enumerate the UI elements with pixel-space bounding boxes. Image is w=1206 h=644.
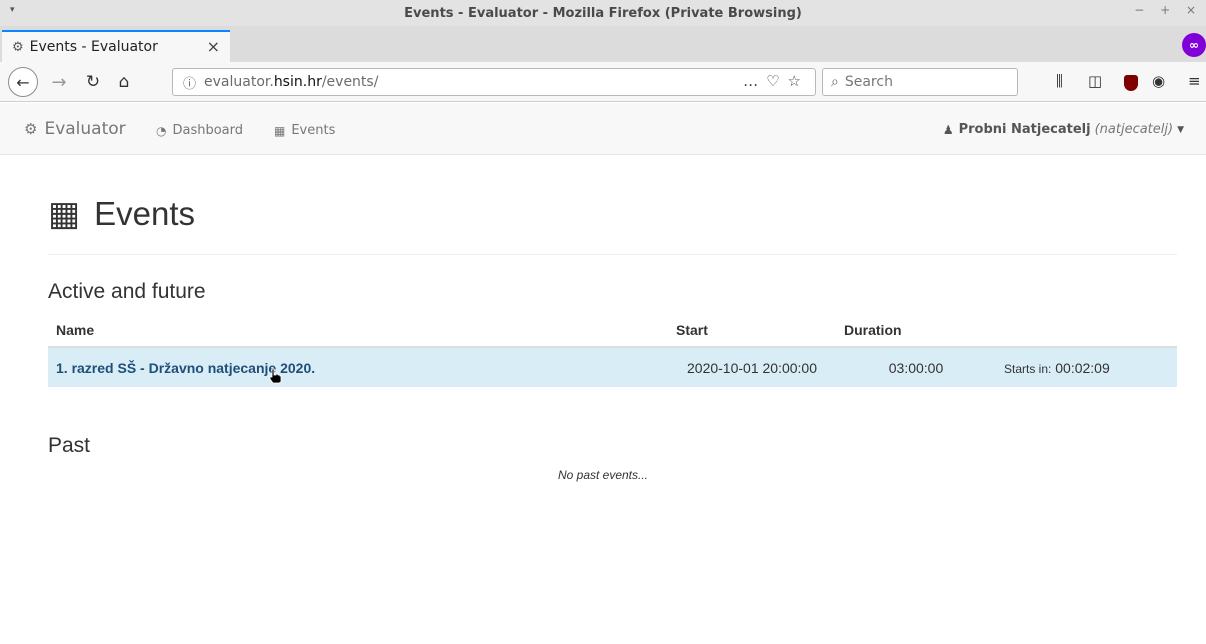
window-controls[interactable]: − + ×: [1134, 3, 1202, 17]
window-title: Events - Evaluator - Mozilla Firefox (Pr…: [404, 5, 802, 21]
user-icon: ♟: [942, 122, 954, 137]
search-icon: ⌕: [831, 74, 839, 90]
brand-label: Evaluator: [44, 119, 126, 139]
pocket-icon[interactable]: ♡: [766, 72, 787, 90]
forward-button[interactable]: →: [46, 68, 72, 96]
page-title: Events: [94, 195, 196, 232]
url-path: /events/: [321, 74, 379, 90]
private-browsing-icon: ∞: [1182, 33, 1206, 57]
nav-events[interactable]: ▦ Events: [274, 123, 335, 138]
window-menu-icon[interactable]: ▾: [10, 5, 15, 15]
column-header-name: Name: [48, 314, 668, 348]
back-button[interactable]: ←: [8, 67, 38, 97]
page-header: ▦ Events: [48, 192, 1177, 255]
user-menu[interactable]: ♟ Probni Natjecatelj (natjecatelj) ▼: [943, 122, 1184, 137]
url-host: hsin.hr: [273, 74, 322, 90]
navigation-toolbar: ← → ↻ ⌂ ⓘ evaluator. hsin.hr/events/ …♡☆ …: [0, 62, 1206, 102]
user-handle: (natjecatelj): [1094, 122, 1174, 137]
column-header-duration: Duration: [836, 314, 996, 348]
countdown-label: Starts in:: [1004, 361, 1052, 376]
countdown-value: 00:02:09: [1055, 359, 1110, 376]
table-row[interactable]: 1. razred SŠ - Državno natjecanje 2020. …: [48, 346, 1177, 387]
gears-icon: ⚙: [12, 39, 24, 55]
no-past-events: No past events...: [557, 468, 649, 482]
tachometer-icon: ◔: [156, 123, 167, 138]
brand-link[interactable]: ⚙ Evaluator: [24, 119, 126, 139]
events-table: Name Start Duration 1. razred SŠ - Držav…: [48, 314, 1177, 387]
bookmark-star-icon[interactable]: ☆: [788, 72, 809, 90]
user-name: Probni Natjecatelj: [958, 122, 1091, 137]
site-navbar: ⚙ Evaluator ◔ Dashboard ▦ Events ♟ Probn…: [0, 103, 1206, 155]
url-bar[interactable]: ⓘ evaluator. hsin.hr/events/ …♡☆: [172, 68, 816, 96]
page-actions: …♡☆: [743, 72, 809, 90]
tab-strip: ⚙ Events - Evaluator × +: [0, 26, 1206, 78]
search-placeholder: Search: [844, 74, 893, 90]
column-header-countdown: [996, 314, 1177, 348]
site-info-icon[interactable]: ⓘ: [183, 73, 196, 92]
tab-label: Events - Evaluator: [29, 39, 158, 55]
hamburger-menu-icon[interactable]: ≡: [1188, 72, 1201, 90]
event-start: 2020-10-01 20:00:00: [668, 346, 836, 387]
calendar-icon: ▦: [48, 194, 81, 234]
gears-icon: ⚙: [24, 120, 38, 138]
ublock-origin-icon[interactable]: [1124, 75, 1138, 91]
event-duration: 03:00:00: [836, 346, 996, 387]
library-icon[interactable]: ⫼: [1056, 72, 1063, 90]
hand-cursor-icon: [269, 368, 282, 384]
sidebar-icon[interactable]: ◫: [1088, 72, 1102, 90]
event-name-cell: 1. razred SŠ - Državno natjecanje 2020.: [48, 346, 668, 387]
nav-dashboard-label: Dashboard: [172, 123, 244, 138]
table-header-row: Name Start Duration: [48, 314, 1177, 348]
section-active-title: Active and future: [48, 280, 206, 303]
extension-icon[interactable]: ◉: [1152, 72, 1165, 90]
window-titlebar: ▾ Events - Evaluator - Mozilla Firefox (…: [0, 0, 1206, 26]
nav-dashboard[interactable]: ◔ Dashboard: [156, 123, 243, 138]
reload-button[interactable]: ↻: [80, 68, 106, 96]
column-header-start: Start: [668, 314, 836, 348]
nav-events-label: Events: [291, 123, 336, 138]
url-prefix: evaluator.: [204, 74, 274, 90]
tab-events-evaluator[interactable]: ⚙ Events - Evaluator ×: [2, 30, 230, 62]
page-actions-menu-icon[interactable]: …: [743, 72, 766, 90]
home-button[interactable]: ⌂: [110, 68, 138, 96]
search-bar[interactable]: ⌕ Search: [822, 68, 1018, 96]
section-past-title: Past: [48, 434, 91, 457]
calendar-icon: ▦: [274, 123, 286, 138]
caret-down-icon: ▼: [1177, 124, 1184, 135]
tab-close-icon[interactable]: ×: [207, 37, 220, 56]
event-countdown-cell: Starts in: 00:02:09: [996, 346, 1177, 387]
